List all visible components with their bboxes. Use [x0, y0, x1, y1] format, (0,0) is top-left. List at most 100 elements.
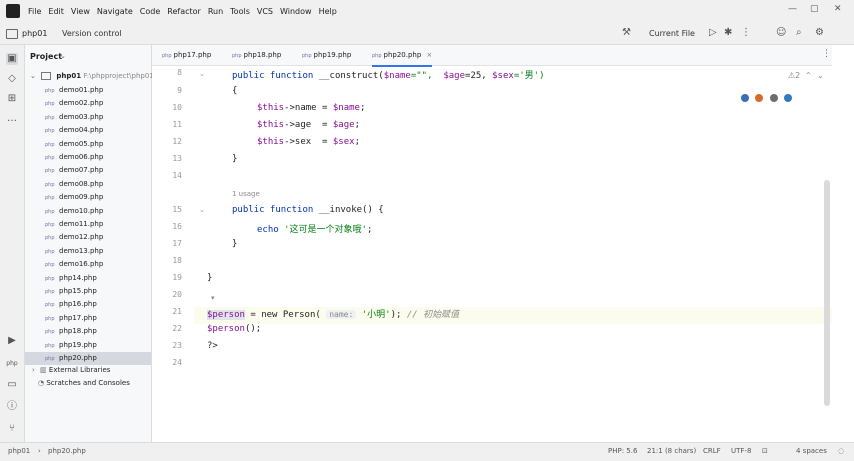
code-token: __construct( [318, 71, 384, 81]
commit-icon[interactable]: ◇ [6, 73, 18, 85]
php-file-icon: php [45, 114, 55, 121]
tree-file-row[interactable]: php demo01.php [25, 84, 151, 97]
tree-file-row[interactable]: php demo11.php [25, 218, 151, 231]
more-actions-icon[interactable]: ⋮ [741, 27, 751, 38]
minimize-icon[interactable]: — [788, 4, 797, 14]
tree-file-row[interactable]: php demo05.php [25, 138, 151, 151]
php-version[interactable]: PHP: 5.6 [608, 447, 637, 455]
tree-file-row[interactable]: php demo09.php [25, 191, 151, 204]
close-icon[interactable]: ✕ [834, 4, 842, 14]
tree-file-row[interactable]: php php15.php [25, 285, 151, 298]
tree-file-row[interactable]: php demo08.php [25, 178, 151, 191]
code-token: ; [354, 120, 360, 130]
line-separator[interactable]: CRLF [703, 447, 721, 455]
tree-file-row[interactable]: php php14.php [25, 272, 151, 285]
tab-php18[interactable]: php php18.php [232, 45, 281, 65]
services-icon[interactable]: ▶ [6, 335, 18, 347]
tree-external-libraries[interactable]: › ▥ External Libraries [25, 364, 151, 377]
hammer-icon[interactable]: ⚒ [622, 27, 631, 38]
tree-file-row[interactable]: php php19.php [25, 339, 151, 352]
code-line: $this->sex = $sex; [257, 137, 360, 147]
tree-file-row[interactable]: php demo12.php [25, 231, 151, 244]
chevron-up-icon[interactable]: ⌃ [805, 71, 812, 80]
tree-file-row[interactable]: php demo03.php [25, 111, 151, 124]
version-control-menu[interactable]: Version control [62, 29, 122, 38]
run-icon[interactable]: ▷ [709, 27, 717, 38]
caret-position[interactable]: 21:1 (8 chars) [647, 447, 696, 455]
firefox-browser-icon[interactable] [755, 94, 763, 102]
menu-file[interactable]: File [28, 7, 41, 16]
tree-file-row[interactable]: php demo13.php [25, 245, 151, 258]
menu-view[interactable]: View [71, 7, 90, 16]
code-token: $sex [492, 71, 514, 81]
tree-file-row[interactable]: php php16.php [25, 298, 151, 311]
project-switcher[interactable]: php01 [6, 27, 47, 40]
tree-file-row[interactable]: php demo04.php [25, 124, 151, 137]
menu-vcs[interactable]: VCS [257, 7, 273, 16]
menu-window[interactable]: Window [280, 7, 312, 16]
problems-icon[interactable]: ⓘ [6, 401, 18, 413]
tree-file-row[interactable]: php demo02.php [25, 97, 151, 110]
menu-refactor[interactable]: Refactor [167, 7, 201, 16]
settings-gear-icon[interactable]: ⚙ [815, 27, 824, 38]
indent-setting[interactable]: 4 spaces [796, 447, 827, 455]
chrome-browser-icon[interactable] [741, 94, 749, 102]
tree-file-row[interactable]: php demo16.php [25, 258, 151, 271]
structure-icon[interactable]: ⊞ [6, 93, 18, 105]
close-tab-icon[interactable]: × [426, 51, 432, 59]
project-panel: Project ⌄ ⌄ php01 F:\phpproject\php01 ph… [25, 45, 154, 442]
maximize-icon[interactable]: ▢ [810, 4, 819, 14]
menu-code[interactable]: Code [140, 7, 160, 16]
terminal-icon[interactable]: ▭ [6, 379, 18, 391]
menu-run[interactable]: Run [208, 7, 223, 16]
tree-file-row[interactable]: php demo06.php [25, 151, 151, 164]
project-panel-title[interactable]: Project [30, 52, 62, 61]
users-icon[interactable]: ☺ [776, 27, 786, 38]
tree-file-row[interactable]: php php18.php [25, 325, 151, 338]
php-file-icon: php [45, 275, 55, 282]
usages-hint[interactable]: 1 usage [232, 190, 260, 198]
lock-icon[interactable]: ⊡ [762, 447, 768, 455]
chevron-down-icon[interactable]: ⌄ [30, 72, 36, 80]
php-icon[interactable]: php [6, 358, 18, 370]
code-token: } [232, 154, 238, 164]
menu-help[interactable]: Help [319, 7, 337, 16]
tree-file-row[interactable]: php demo10.php [25, 205, 151, 218]
tab-php19[interactable]: php php19.php [302, 45, 351, 65]
fold-chevron-icon[interactable]: ⌄ [199, 206, 205, 214]
file-encoding[interactable]: UTF-8 [731, 447, 751, 455]
tab-php20[interactable]: php php20.php × [372, 45, 433, 67]
php-file-icon: php [45, 195, 55, 202]
safari-browser-icon[interactable] [770, 94, 778, 102]
tab-label: php20.php [383, 51, 422, 59]
menu-edit[interactable]: Edit [48, 7, 64, 16]
notifications-icon[interactable]: ◌ [838, 447, 844, 455]
tab-options-icon[interactable]: ⋮ [822, 49, 831, 59]
search-icon[interactable]: ⌕ [796, 27, 802, 38]
tree-scratches[interactable]: ◔ Scratches and Consoles [25, 377, 151, 390]
run-config-selector[interactable]: Current File [649, 29, 695, 38]
tree-file-row[interactable]: php php17.php [25, 312, 151, 325]
tree-root[interactable]: ⌄ php01 F:\phpproject\php01 [25, 70, 154, 83]
debug-icon[interactable]: ✱ [724, 27, 732, 38]
edge-browser-icon[interactable] [784, 94, 792, 102]
code-token: $age [443, 71, 466, 81]
menu-tools[interactable]: Tools [230, 7, 250, 16]
chevron-down-icon[interactable]: ⌄ [817, 71, 824, 80]
code-line: } [207, 273, 212, 283]
git-icon[interactable]: ⑂ [6, 423, 18, 435]
tree-file-row[interactable]: php demo07.php [25, 164, 151, 177]
breadcrumb-project[interactable]: php01 [8, 447, 30, 455]
code-line: } [232, 154, 237, 164]
inspection-widget[interactable]: ⚠2 [788, 71, 800, 80]
editor-scrollbar[interactable] [824, 180, 830, 406]
fold-chevron-icon[interactable]: ⌄ [199, 70, 205, 78]
intention-bulb-icon[interactable]: ▾ [211, 294, 215, 302]
chevron-right-icon[interactable]: › [32, 366, 35, 374]
project-tool-icon[interactable]: ▣ [6, 53, 18, 65]
chevron-down-icon[interactable]: ⌄ [60, 52, 66, 60]
menu-navigate[interactable]: Navigate [97, 7, 133, 16]
more-tools-icon[interactable]: … [6, 113, 18, 125]
breadcrumb-file[interactable]: php20.php [48, 447, 86, 455]
tab-php17[interactable]: php php17.php [162, 45, 211, 65]
